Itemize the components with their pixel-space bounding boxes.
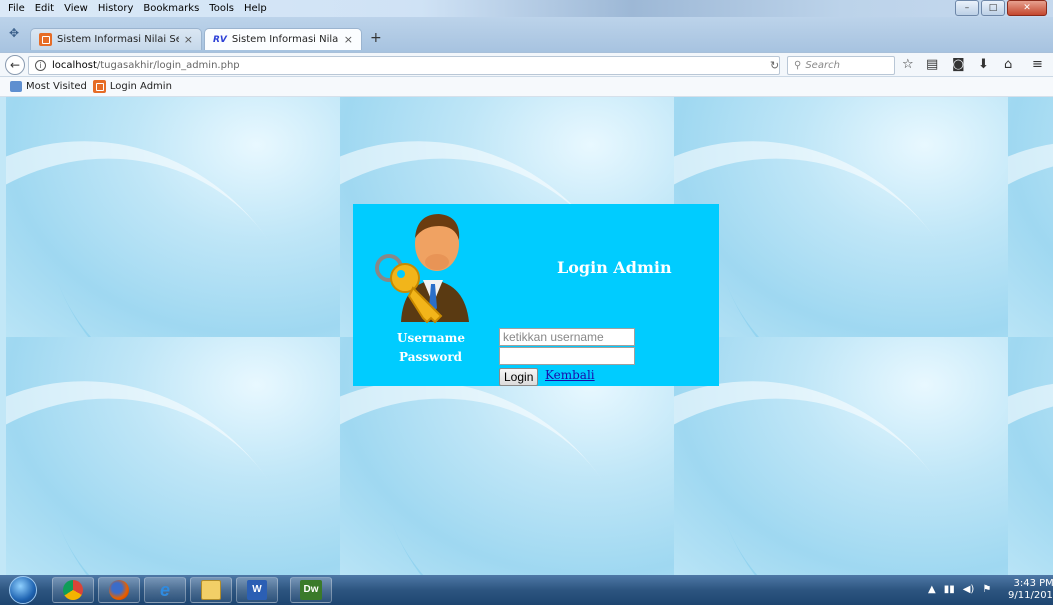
taskbar: e W Dw ▲ ▮▮ ◀) ⚑ 3:43 PM 9/11/2017 xyxy=(0,575,1053,605)
navigation-bar: ← i localhost/tugasakhir/login_admin.php… xyxy=(0,52,1053,77)
word-icon: W xyxy=(247,580,267,600)
menu-view[interactable]: View xyxy=(64,3,88,14)
tab-scroll-icon[interactable]: ✥ xyxy=(9,26,19,40)
taskbar-firefox[interactable] xyxy=(98,577,140,603)
taskbar-explorer[interactable] xyxy=(190,577,232,603)
bookmark-star-icon[interactable]: ☆ xyxy=(902,57,914,72)
background-tile xyxy=(6,337,340,575)
background-tile xyxy=(674,97,1008,337)
clock-time: 3:43 PM xyxy=(1013,578,1053,589)
login-panel: Login Admin Username Password Login Kemb… xyxy=(353,204,719,386)
username-input[interactable] xyxy=(499,328,635,346)
password-input[interactable] xyxy=(499,347,635,365)
bookmark-label: Login Admin xyxy=(109,81,172,92)
username-label: Username xyxy=(397,331,466,345)
site-favicon-icon xyxy=(92,80,106,93)
taskbar-dreamweaver[interactable]: Dw xyxy=(290,577,332,603)
menu-history[interactable]: History xyxy=(98,3,134,14)
maximize-button[interactable]: □ xyxy=(981,0,1005,16)
reading-list-icon[interactable]: ▤ xyxy=(926,57,938,72)
taskbar-word[interactable]: W xyxy=(236,577,278,603)
tab-sistem-informasi-sekolah[interactable]: Sistem Informasi Nilai Sekola × xyxy=(30,28,202,50)
bookmark-most-visited[interactable]: Most Visited xyxy=(10,81,87,92)
internet-explorer-icon: e xyxy=(159,580,170,600)
volume-icon[interactable]: ◀) xyxy=(963,584,975,595)
tab-title: Sistem Informasi Nilai xyxy=(231,34,339,45)
action-center-icon[interactable]: ⚑ xyxy=(982,584,991,595)
home-icon[interactable]: ⌂ xyxy=(1004,57,1012,72)
url-path: /tugasakhir/login_admin.php xyxy=(96,60,240,71)
search-placeholder: Search xyxy=(805,60,840,71)
tab-sistem-informasi-nilai[interactable]: RV Sistem Informasi Nilai × xyxy=(204,28,362,50)
search-icon: ⚲ xyxy=(794,60,802,71)
background-tile xyxy=(1008,97,1053,337)
rv-favicon-icon: RV xyxy=(213,34,227,45)
bookmark-login-admin[interactable]: Login Admin xyxy=(92,80,172,93)
url-host: localhost xyxy=(52,60,97,71)
download-icon[interactable]: ⬇ xyxy=(978,57,989,72)
folder-icon xyxy=(10,81,22,92)
password-label: Password xyxy=(399,350,463,364)
tab-close-icon[interactable]: × xyxy=(344,33,353,46)
minimize-button[interactable]: – xyxy=(955,0,979,16)
search-bar[interactable]: ⚲ Search xyxy=(787,56,895,75)
reload-icon[interactable]: ↻ xyxy=(770,59,779,72)
bookmark-label: Most Visited xyxy=(26,81,87,92)
menu-file[interactable]: File xyxy=(8,3,25,14)
firefox-icon xyxy=(109,580,129,600)
admin-key-icon xyxy=(375,214,469,324)
url-text: localhost/tugasakhir/login_admin.php xyxy=(52,60,240,71)
new-tab-button[interactable]: + xyxy=(370,30,382,46)
login-title: Login Admin xyxy=(557,258,672,277)
clock-date: 9/11/2017 xyxy=(1008,590,1053,601)
folder-icon xyxy=(201,580,221,600)
tab-title: Sistem Informasi Nilai Sekola xyxy=(57,34,179,45)
chrome-icon xyxy=(63,580,83,600)
menu-tools[interactable]: Tools xyxy=(209,3,234,14)
close-window-button[interactable]: ✕ xyxy=(1007,0,1047,16)
background-tile xyxy=(674,337,1008,575)
pocket-icon[interactable]: ◙ xyxy=(952,57,965,72)
menu-bookmarks[interactable]: Bookmarks xyxy=(143,3,199,14)
back-button[interactable]: ← xyxy=(5,55,25,75)
site-favicon-icon xyxy=(39,33,52,46)
background-tile xyxy=(6,97,340,337)
system-tray: ▲ ▮▮ ◀) ⚑ xyxy=(928,584,991,595)
page-content: Login Admin Username Password Login Kemb… xyxy=(0,97,1053,575)
menu-help[interactable]: Help xyxy=(244,3,267,14)
dreamweaver-icon: Dw xyxy=(300,580,322,600)
background-tile xyxy=(1008,337,1053,575)
tab-strip: ✥ Sistem Informasi Nilai Sekola × RV Sis… xyxy=(0,17,1053,52)
bookmarks-toolbar: Most Visited Login Admin xyxy=(0,77,1053,97)
taskbar-chrome[interactable] xyxy=(52,577,94,603)
login-button[interactable]: Login xyxy=(499,368,539,386)
start-button[interactable] xyxy=(9,576,37,604)
network-icon[interactable]: ▮▮ xyxy=(944,584,955,595)
menu-edit[interactable]: Edit xyxy=(35,3,54,14)
taskbar-internet-explorer[interactable]: e xyxy=(144,577,186,603)
back-link[interactable]: Kembali xyxy=(545,368,595,382)
url-bar[interactable]: i localhost/tugasakhir/login_admin.php xyxy=(28,56,780,75)
clock[interactable]: 3:43 PM 9/11/2017 xyxy=(1008,578,1053,602)
menu-icon[interactable]: ≡ xyxy=(1032,57,1043,72)
info-icon[interactable]: i xyxy=(35,60,46,71)
show-hidden-icons-icon[interactable]: ▲ xyxy=(928,584,936,595)
menu-bar: File Edit View History Bookmarks Tools H… xyxy=(0,0,1053,17)
tab-close-icon[interactable]: × xyxy=(184,33,193,46)
window-controls: – □ ✕ xyxy=(955,0,1047,16)
